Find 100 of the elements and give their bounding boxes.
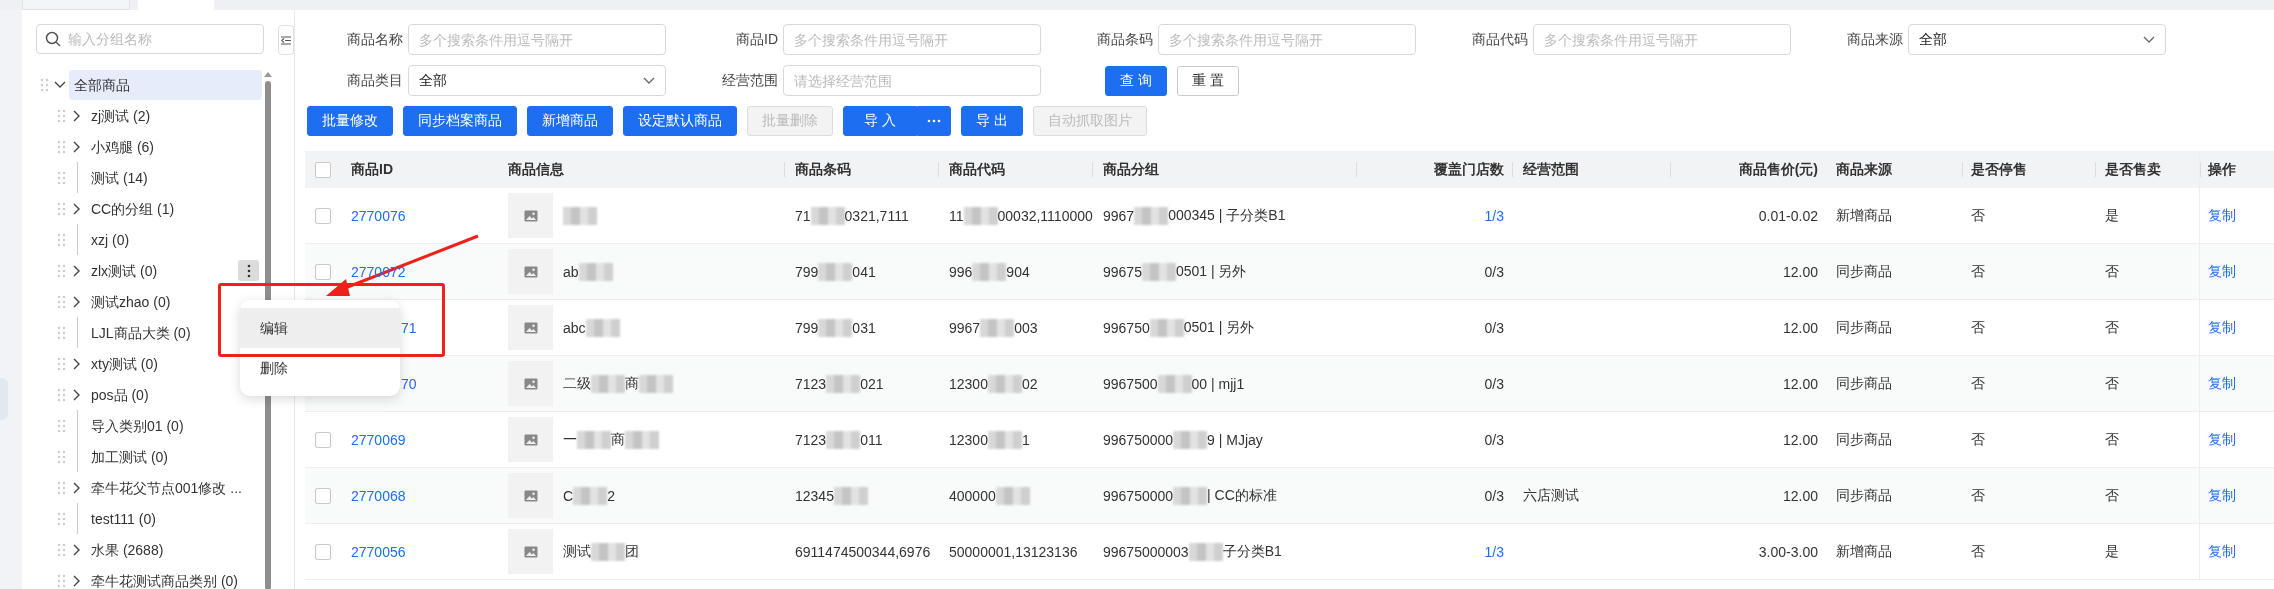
tree-item[interactable]: 测试 (14) xyxy=(86,162,153,193)
checkbox[interactable] xyxy=(315,263,331,280)
tree-item[interactable]: 测试zhao (0) xyxy=(86,286,176,317)
copy-link[interactable]: 复制 xyxy=(2208,262,2236,281)
cell-text: 003 xyxy=(1014,319,1038,336)
copy-link[interactable]: 复制 xyxy=(2208,430,2236,449)
id-link[interactable]: 2770069 xyxy=(351,431,406,448)
cell-text: 021 xyxy=(860,375,884,392)
cell-text: 六店测试 xyxy=(1523,486,1579,505)
tree-item[interactable]: zj测试 (2) xyxy=(86,100,156,131)
toolbar-button[interactable]: 批量修改 xyxy=(307,106,393,136)
checkbox[interactable] xyxy=(315,207,331,224)
toolbar-button[interactable]: 同步档案商品 xyxy=(403,106,517,136)
field-label: 商品来源 xyxy=(1846,30,1904,49)
tree-item[interactable]: CC的分组 (1) xyxy=(86,193,180,224)
input-field[interactable]: 多个搜索条件用逗号隔开 xyxy=(1158,24,1416,55)
cell-text: 否 xyxy=(2105,262,2119,281)
ellipsis-icon xyxy=(926,119,941,123)
checkbox[interactable] xyxy=(315,543,331,560)
tree-item[interactable]: pos品 (0) xyxy=(86,379,154,410)
cell-text: 996750 xyxy=(1103,319,1150,336)
id-link[interactable]: 71 xyxy=(401,319,417,336)
tree-item[interactable]: zlx测试 (0) xyxy=(86,255,163,286)
id-link[interactable]: 2770068 xyxy=(351,487,406,504)
cell-text: 799 xyxy=(795,319,819,336)
cell-text: 测试 xyxy=(563,542,591,561)
drag-handle-icon xyxy=(57,139,66,154)
tree-item[interactable]: xty测试 (0) xyxy=(86,348,163,379)
copy-link[interactable]: 复制 xyxy=(2208,374,2236,393)
drag-handle-icon xyxy=(57,325,66,340)
toolbar-button[interactable]: 设定默认商品 xyxy=(623,106,737,136)
copy-link[interactable]: 复制 xyxy=(2208,318,2236,337)
column-header: 是否售卖 xyxy=(2105,160,2161,179)
checkbox[interactable] xyxy=(315,431,331,448)
blur-mosaic xyxy=(995,486,1030,505)
blur-mosaic xyxy=(833,486,868,505)
cell-text: 新增商品 xyxy=(1836,542,1892,561)
tree-item[interactable]: 牵牛花父节点001修改 ... xyxy=(86,472,247,503)
checkbox[interactable] xyxy=(315,161,331,178)
input-field[interactable]: 多个搜索条件用逗号隔开 xyxy=(783,24,1041,55)
input-field[interactable]: 多个搜索条件用逗号隔开 xyxy=(408,24,666,55)
cell-text: 996750000 xyxy=(1103,487,1174,504)
select-field[interactable]: 全部 xyxy=(408,65,666,96)
cell-text: 99675000003 xyxy=(1103,543,1189,560)
image-icon xyxy=(523,265,538,278)
cell-text: 3.00-3.00 xyxy=(1758,543,1818,560)
cell-text: 12300 xyxy=(949,375,988,392)
tree-item[interactable]: 小鸡腿 (6) xyxy=(86,131,159,162)
id-link[interactable]: 2770056 xyxy=(351,543,406,560)
tree-item[interactable]: 加工测试 (0) xyxy=(86,441,173,472)
tree-item[interactable]: 牵牛花测试商品类别 (0) xyxy=(86,565,243,589)
import-button[interactable]: 导 入 xyxy=(843,106,917,136)
tree-item[interactable]: 全部商品 xyxy=(69,70,262,100)
tab[interactable] xyxy=(22,0,130,10)
blur-mosaic xyxy=(980,318,1015,337)
cell-text: 否 xyxy=(1971,318,1985,337)
cell-text: 12.00 xyxy=(1782,263,1818,280)
store-count-link[interactable]: 1/3 xyxy=(1484,207,1504,224)
cell-text: 12.00 xyxy=(1782,431,1818,448)
toolbar-button[interactable]: 新增商品 xyxy=(527,106,613,136)
cell-text: 996750000 xyxy=(1103,431,1174,448)
search-field[interactable]: 输入分组名称 xyxy=(36,24,264,54)
blur-mosaic xyxy=(573,486,608,505)
menu-item[interactable]: 编辑 xyxy=(240,308,400,348)
toolbar-button[interactable]: 导 出 xyxy=(960,106,1023,136)
store-count-link[interactable]: 1/3 xyxy=(1484,543,1504,560)
collapse-button[interactable] xyxy=(278,25,294,55)
copy-link[interactable]: 复制 xyxy=(2208,542,2236,561)
store-count: 0/3 xyxy=(1484,487,1504,504)
copy-link[interactable]: 复制 xyxy=(2208,206,2236,225)
tree-item[interactable]: 水果 (2688) xyxy=(86,534,169,565)
tree-item[interactable]: test111 (0) xyxy=(86,503,161,534)
id-link[interactable]: 70 xyxy=(401,375,417,392)
select-field[interactable]: 全部 xyxy=(1908,24,2166,55)
image-icon xyxy=(523,545,538,558)
cell-text: 2 xyxy=(607,487,615,504)
input-field[interactable]: 多个搜索条件用逗号隔开 xyxy=(1533,24,1791,55)
cell-text: 否 xyxy=(1971,430,1985,449)
more-button[interactable] xyxy=(238,260,259,281)
input-field[interactable]: 请选择经营范围 xyxy=(783,65,1041,96)
blur-mosaic xyxy=(577,430,611,449)
drag-handle-icon xyxy=(57,356,66,371)
store-count: 0/3 xyxy=(1484,375,1504,392)
blur-mosaic xyxy=(963,206,998,225)
checkbox[interactable] xyxy=(315,487,331,504)
tree-item[interactable]: LJL商品大类 (0) xyxy=(86,317,196,348)
copy-link[interactable]: 复制 xyxy=(2208,486,2236,505)
id-link[interactable]: 2770076 xyxy=(351,207,406,224)
cell-text: abc xyxy=(563,319,586,336)
tree-item[interactable]: 导入类别01 (0) xyxy=(86,410,189,441)
drag-handle-icon xyxy=(40,78,49,92)
drag-handle-icon xyxy=(57,449,66,464)
reset-button[interactable]: 重 置 xyxy=(1176,65,1239,96)
search-button[interactable]: 查 询 xyxy=(1105,65,1167,96)
cell-text: 12.00 xyxy=(1782,487,1818,504)
cell-text: 否 xyxy=(1971,206,1985,225)
tree-item[interactable]: xzj (0) xyxy=(86,224,135,255)
menu-item[interactable]: 删除 xyxy=(240,348,400,388)
cell-text: 商 xyxy=(625,374,639,393)
cell-text: 996 xyxy=(949,263,973,280)
